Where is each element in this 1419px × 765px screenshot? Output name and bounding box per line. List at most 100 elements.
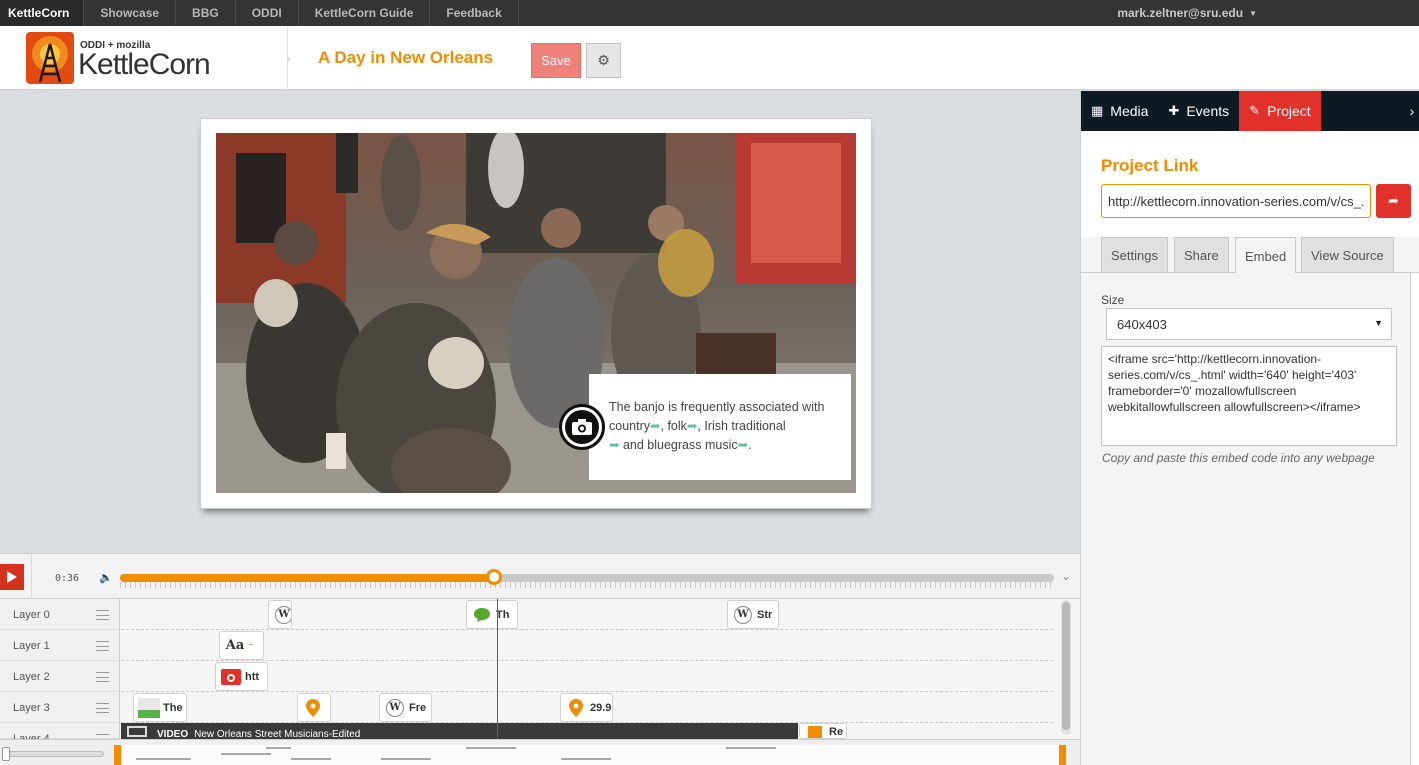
layer-label[interactable]: Layer 0 bbox=[0, 599, 120, 630]
layer-name: Layer 1 bbox=[13, 640, 50, 652]
event-label: Re bbox=[829, 726, 844, 738]
tab-project[interactable]: ✎ Project bbox=[1239, 91, 1321, 131]
project-panel: Project Link ➦ Settings Share Embed View… bbox=[1081, 131, 1419, 765]
link-irish-traditional[interactable]: Irish traditional bbox=[704, 419, 785, 433]
wikipedia-event[interactable]: W Fre bbox=[379, 693, 432, 722]
kettlecorn-logo[interactable]: ODDI + mozilla KettleCorn bbox=[26, 32, 288, 84]
zoom-slider[interactable] bbox=[2, 747, 104, 761]
nav-item-guide[interactable]: KettleCorn Guide bbox=[299, 0, 431, 26]
zoom-slider-knob[interactable] bbox=[2, 747, 10, 761]
wikipedia-event[interactable]: W Str bbox=[727, 600, 779, 629]
event-label: 29.9 bbox=[590, 701, 612, 714]
subtab-settings[interactable]: Settings bbox=[1101, 237, 1168, 272]
event-label: Fre bbox=[409, 701, 427, 714]
timeline-controls: 0:36 🔈 ⌄ bbox=[0, 553, 1080, 600]
link-bluegrass[interactable]: bluegrass music bbox=[647, 438, 737, 452]
subtab-view-source[interactable]: View Source bbox=[1301, 237, 1394, 272]
project-link-input[interactable] bbox=[1101, 184, 1371, 218]
timeline-overview bbox=[0, 739, 1080, 765]
nav-item-showcase[interactable]: Showcase bbox=[84, 0, 177, 26]
scrub-bar[interactable] bbox=[120, 574, 1054, 582]
logo-word-corn: Corn bbox=[148, 48, 211, 81]
minimap-bar bbox=[726, 747, 776, 749]
event-label: htt bbox=[245, 670, 260, 683]
caret-down-icon: ▼ bbox=[1374, 318, 1383, 328]
wikipedia-event[interactable]: W bbox=[268, 600, 292, 629]
open-link-button[interactable]: ➦ bbox=[1376, 184, 1411, 218]
tab-events[interactable]: ✚ Events bbox=[1158, 91, 1239, 131]
popup-sep: and bbox=[619, 438, 648, 452]
map-pin-icon bbox=[565, 697, 587, 719]
nav-item-oddi[interactable]: ODDI bbox=[236, 0, 299, 26]
map-pin-icon bbox=[302, 697, 324, 719]
layer-label[interactable]: Layer 1 bbox=[0, 630, 120, 661]
tab-label: Media bbox=[1110, 103, 1149, 119]
minimap-bar bbox=[466, 747, 516, 749]
drag-handle-icon[interactable] bbox=[96, 641, 109, 651]
overview-minimap[interactable] bbox=[114, 745, 1066, 765]
text-event[interactable]: Aa ~ bbox=[219, 631, 264, 660]
play-button[interactable] bbox=[0, 564, 24, 590]
project-link-heading: Project Link bbox=[1101, 156, 1199, 175]
play-icon bbox=[7, 571, 17, 583]
scrollbar-thumb[interactable] bbox=[1062, 602, 1070, 730]
clip-type: VIDEO bbox=[157, 729, 189, 739]
layer-label[interactable]: Layer 4 bbox=[0, 723, 120, 745]
volume-icon[interactable]: 🔈 bbox=[99, 571, 113, 584]
link-country[interactable]: country bbox=[609, 419, 650, 433]
camera-icon bbox=[220, 666, 242, 688]
project-sub-tabs: Settings Share Embed View Source bbox=[1081, 237, 1419, 274]
drag-handle-icon[interactable] bbox=[96, 703, 109, 713]
scrub-progress bbox=[120, 574, 494, 582]
layer-name: Layer 2 bbox=[13, 671, 50, 683]
map-event[interactable]: 29.9 bbox=[560, 693, 613, 722]
layer-label[interactable]: Layer 3 bbox=[0, 692, 120, 723]
user-menu[interactable]: mark.zeltner@sru.edu ▼ bbox=[1117, 0, 1257, 26]
nav-brand-link[interactable]: KettleCorn bbox=[0, 0, 85, 26]
chevron-down-icon[interactable]: ⌄ bbox=[1061, 569, 1071, 583]
link-arrow-icon: ➦ bbox=[686, 419, 698, 433]
chevron-right-icon[interactable]: › bbox=[1404, 91, 1419, 131]
link-arrow-icon: ➦ bbox=[737, 438, 749, 452]
comment-event[interactable]: Th bbox=[466, 600, 518, 629]
image-event[interactable]: htt bbox=[215, 662, 268, 691]
minimap-bar bbox=[221, 753, 271, 755]
clip-name: New Orleans Street Musicians-Edited bbox=[194, 729, 361, 739]
panel-tab-bar: ▦ Media ✚ Events ✎ Project › bbox=[1081, 91, 1419, 131]
subtab-embed[interactable]: Embed bbox=[1235, 237, 1297, 274]
editor-header: ODDI + mozilla KettleCorn › A Day in New… bbox=[0, 26, 1419, 90]
scrub-handle[interactable] bbox=[485, 569, 502, 585]
embed-code-textarea[interactable]: <iframe src='http://kettlecorn.innovatio… bbox=[1101, 346, 1397, 446]
settings-button[interactable]: ⚙ bbox=[586, 43, 621, 78]
nav-item-feedback[interactable]: Feedback bbox=[430, 0, 519, 26]
logo-word-kettle: Kettle bbox=[78, 48, 150, 81]
embed-hint: Copy and paste this embed code into any … bbox=[1102, 451, 1375, 465]
map-event[interactable] bbox=[297, 693, 331, 722]
text-preview-icon: ~ bbox=[249, 642, 253, 649]
drag-handle-icon[interactable] bbox=[96, 610, 109, 620]
layer-name: Layer 0 bbox=[13, 609, 50, 621]
video-clip-track[interactable]: VIDEO New Orleans Street Musicians-Edited bbox=[121, 723, 798, 739]
nav-item-bbg[interactable]: BBG bbox=[176, 0, 236, 26]
popup-text: The banjo is frequently associated with … bbox=[609, 398, 841, 455]
layers-scrollbar[interactable] bbox=[1061, 600, 1071, 735]
link-arrow-icon: ➦ bbox=[650, 419, 661, 433]
link-arrow-icon: ➦ bbox=[609, 438, 620, 452]
event-item[interactable]: Re bbox=[799, 723, 847, 739]
film-icon bbox=[127, 726, 147, 737]
text-icon: Aa bbox=[225, 638, 245, 653]
save-button[interactable]: Save bbox=[531, 43, 581, 78]
tab-media[interactable]: ▦ Media bbox=[1081, 91, 1158, 131]
size-select[interactable]: 640x403 ▼ bbox=[1106, 308, 1392, 340]
camera-icon bbox=[559, 404, 605, 450]
logo-wordmark: KettleCorn bbox=[78, 48, 211, 82]
orange-tag-icon bbox=[804, 726, 826, 738]
current-time: 0:36 bbox=[55, 573, 80, 584]
project-title[interactable]: A Day in New Orleans bbox=[318, 48, 493, 68]
user-email: mark.zeltner@sru.edu bbox=[1117, 6, 1244, 20]
drag-handle-icon[interactable] bbox=[96, 672, 109, 682]
layer-label[interactable]: Layer 2 bbox=[0, 661, 120, 692]
link-folk[interactable]: folk bbox=[667, 419, 686, 433]
image-event[interactable]: The bbox=[133, 693, 187, 722]
subtab-share[interactable]: Share bbox=[1174, 237, 1229, 272]
